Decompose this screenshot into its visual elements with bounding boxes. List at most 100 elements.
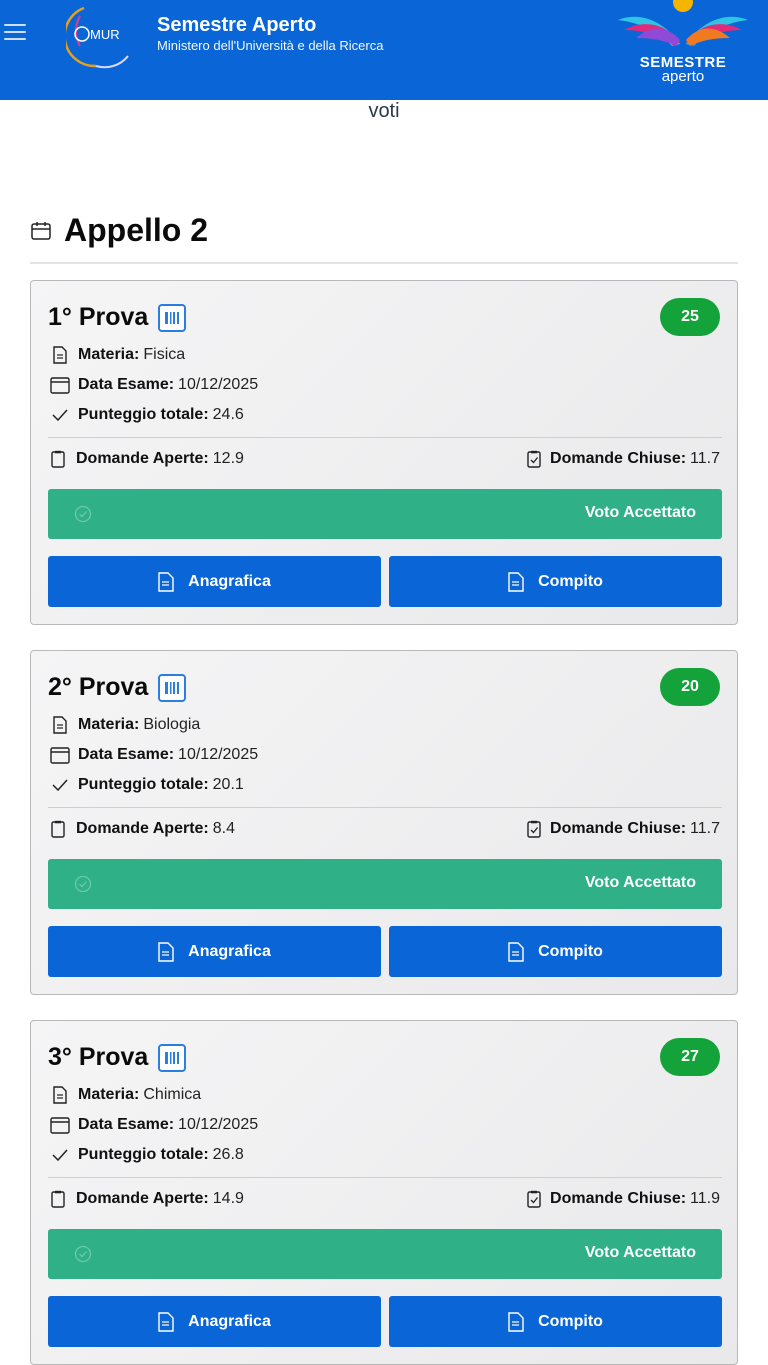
calendar-icon	[50, 1115, 70, 1135]
domande-chiuse-value: 11.9	[690, 1190, 720, 1207]
exam-card: 2° Prova 20 Materia: Biologia Data Esame…	[30, 650, 738, 995]
page-heading: voti	[368, 100, 400, 122]
card-title-text: 1° Prova	[48, 303, 149, 331]
data-esame-label: Data Esame:	[78, 746, 175, 763]
check-circle-icon	[74, 505, 92, 523]
domande-chiuse-value: 11.7	[690, 450, 720, 467]
exam-card: 3° Prova 27 Materia: Chimica Data Esame:…	[30, 1020, 738, 1365]
anagrafica-button[interactable]: Anagrafica	[48, 926, 381, 977]
anagrafica-label: Anagrafica	[188, 572, 271, 590]
domande-aperte-value: 14.9	[212, 1190, 244, 1207]
domande-aperte-row: Domande Aperte: 8.4	[48, 819, 235, 839]
materia-value: Chimica	[143, 1086, 202, 1103]
punteggio-label: Punteggio totale:	[78, 776, 209, 793]
domande-chiuse-value: 11.7	[690, 820, 720, 837]
card-title-text: 2° Prova	[48, 673, 149, 701]
data-esame-row: Data Esame: 10/12/2025	[50, 745, 258, 765]
materia-row: Materia: Chimica	[50, 1085, 201, 1105]
check-circle-icon	[74, 1245, 92, 1263]
check-icon	[50, 405, 70, 425]
svg-text:MUR: MUR	[90, 27, 120, 42]
punteggio-value: 20.1	[212, 776, 244, 793]
materia-row: Materia: Biologia	[50, 715, 200, 735]
accepted-status-bar: Voto Accettato	[48, 859, 722, 909]
clipboard-check-icon	[524, 1189, 544, 1209]
anagrafica-button[interactable]: Anagrafica	[48, 556, 381, 607]
data-esame-row: Data Esame: 10/12/2025	[50, 1115, 258, 1135]
compito-label: Compito	[538, 1312, 603, 1330]
compito-button[interactable]: Compito	[389, 926, 722, 977]
card-divider	[48, 1177, 722, 1178]
score-badge: 25	[660, 298, 720, 336]
document-icon	[50, 345, 70, 365]
accepted-label: Voto Accettato	[584, 504, 696, 521]
document-icon	[508, 571, 526, 592]
punteggio-value: 26.8	[212, 1146, 244, 1163]
app-subtitle: Ministero dell'Università e della Ricerc…	[157, 38, 384, 53]
punteggio-row: Punteggio totale: 26.8	[50, 1145, 244, 1165]
materia-value: Fisica	[143, 346, 186, 363]
accepted-status-bar: Voto Accettato	[48, 1229, 722, 1279]
domande-aperte-label: Domande Aperte:	[76, 450, 209, 467]
punteggio-label: Punteggio totale:	[78, 406, 209, 423]
score-badge: 27	[660, 1038, 720, 1076]
score-badge: 20	[660, 668, 720, 706]
accepted-status-bar: Voto Accettato	[48, 489, 722, 539]
compito-label: Compito	[538, 572, 603, 590]
card-title: 1° Prova	[48, 303, 187, 332]
clipboard-icon	[48, 449, 68, 469]
anagrafica-button[interactable]: Anagrafica	[48, 1296, 381, 1347]
domande-chiuse-label: Domande Chiuse:	[550, 1190, 687, 1207]
clipboard-icon	[48, 819, 68, 839]
card-title: 3° Prova	[48, 1043, 187, 1072]
domande-aperte-label: Domande Aperte:	[76, 1190, 209, 1207]
materia-label: Materia:	[78, 716, 140, 733]
qr-code-icon[interactable]	[158, 303, 187, 332]
domande-aperte-value: 12.9	[212, 450, 244, 467]
document-icon	[50, 715, 70, 735]
app-title: Semestre Aperto	[157, 14, 317, 36]
domande-chiuse-row: Domande Chiuse: 11.7	[524, 449, 720, 469]
compito-label: Compito	[538, 942, 603, 960]
exam-card: 1° Prova 25 Materia: Fisica Data Esame: …	[30, 280, 738, 625]
domande-chiuse-row: Domande Chiuse: 11.9	[524, 1189, 720, 1209]
punteggio-value: 24.6	[212, 406, 244, 423]
qr-code-icon[interactable]	[158, 673, 187, 702]
check-icon	[50, 775, 70, 795]
document-icon	[508, 941, 526, 962]
document-icon	[158, 1311, 176, 1332]
section-header: Appello 2	[30, 212, 208, 249]
data-esame-value: 10/12/2025	[178, 376, 259, 393]
section-divider	[30, 262, 738, 264]
materia-value: Biologia	[143, 716, 201, 733]
card-title: 2° Prova	[48, 673, 187, 702]
document-icon	[508, 1311, 526, 1332]
app-title-block: Semestre Aperto Ministero dell'Universit…	[157, 13, 383, 54]
compito-button[interactable]: Compito	[389, 556, 722, 607]
card-divider	[48, 437, 722, 438]
data-esame-value: 10/12/2025	[178, 746, 259, 763]
card-title-text: 3° Prova	[48, 1043, 149, 1071]
semestre-aperto-logo: SEMESTRE aperto	[612, 0, 754, 100]
materia-label: Materia:	[78, 1086, 140, 1103]
clipboard-icon	[48, 1189, 68, 1209]
menu-icon[interactable]	[4, 24, 26, 42]
data-esame-row: Data Esame: 10/12/2025	[50, 375, 258, 395]
accepted-label: Voto Accettato	[584, 874, 696, 891]
punteggio-row: Punteggio totale: 20.1	[50, 775, 244, 795]
punteggio-row: Punteggio totale: 24.6	[50, 405, 244, 425]
domande-aperte-value: 8.4	[212, 820, 236, 837]
accepted-label: Voto Accettato	[584, 1244, 696, 1261]
data-esame-label: Data Esame:	[78, 1116, 175, 1133]
calendar-icon	[50, 745, 70, 765]
qr-code-icon[interactable]	[158, 1043, 187, 1072]
domande-aperte-label: Domande Aperte:	[76, 820, 209, 837]
data-esame-label: Data Esame:	[78, 376, 175, 393]
document-icon	[158, 571, 176, 592]
anagrafica-label: Anagrafica	[188, 1312, 271, 1330]
materia-label: Materia:	[78, 346, 140, 363]
materia-row: Materia: Fisica	[50, 345, 185, 365]
domande-chiuse-row: Domande Chiuse: 11.7	[524, 819, 720, 839]
domande-aperte-row: Domande Aperte: 14.9	[48, 1189, 244, 1209]
compito-button[interactable]: Compito	[389, 1296, 722, 1347]
